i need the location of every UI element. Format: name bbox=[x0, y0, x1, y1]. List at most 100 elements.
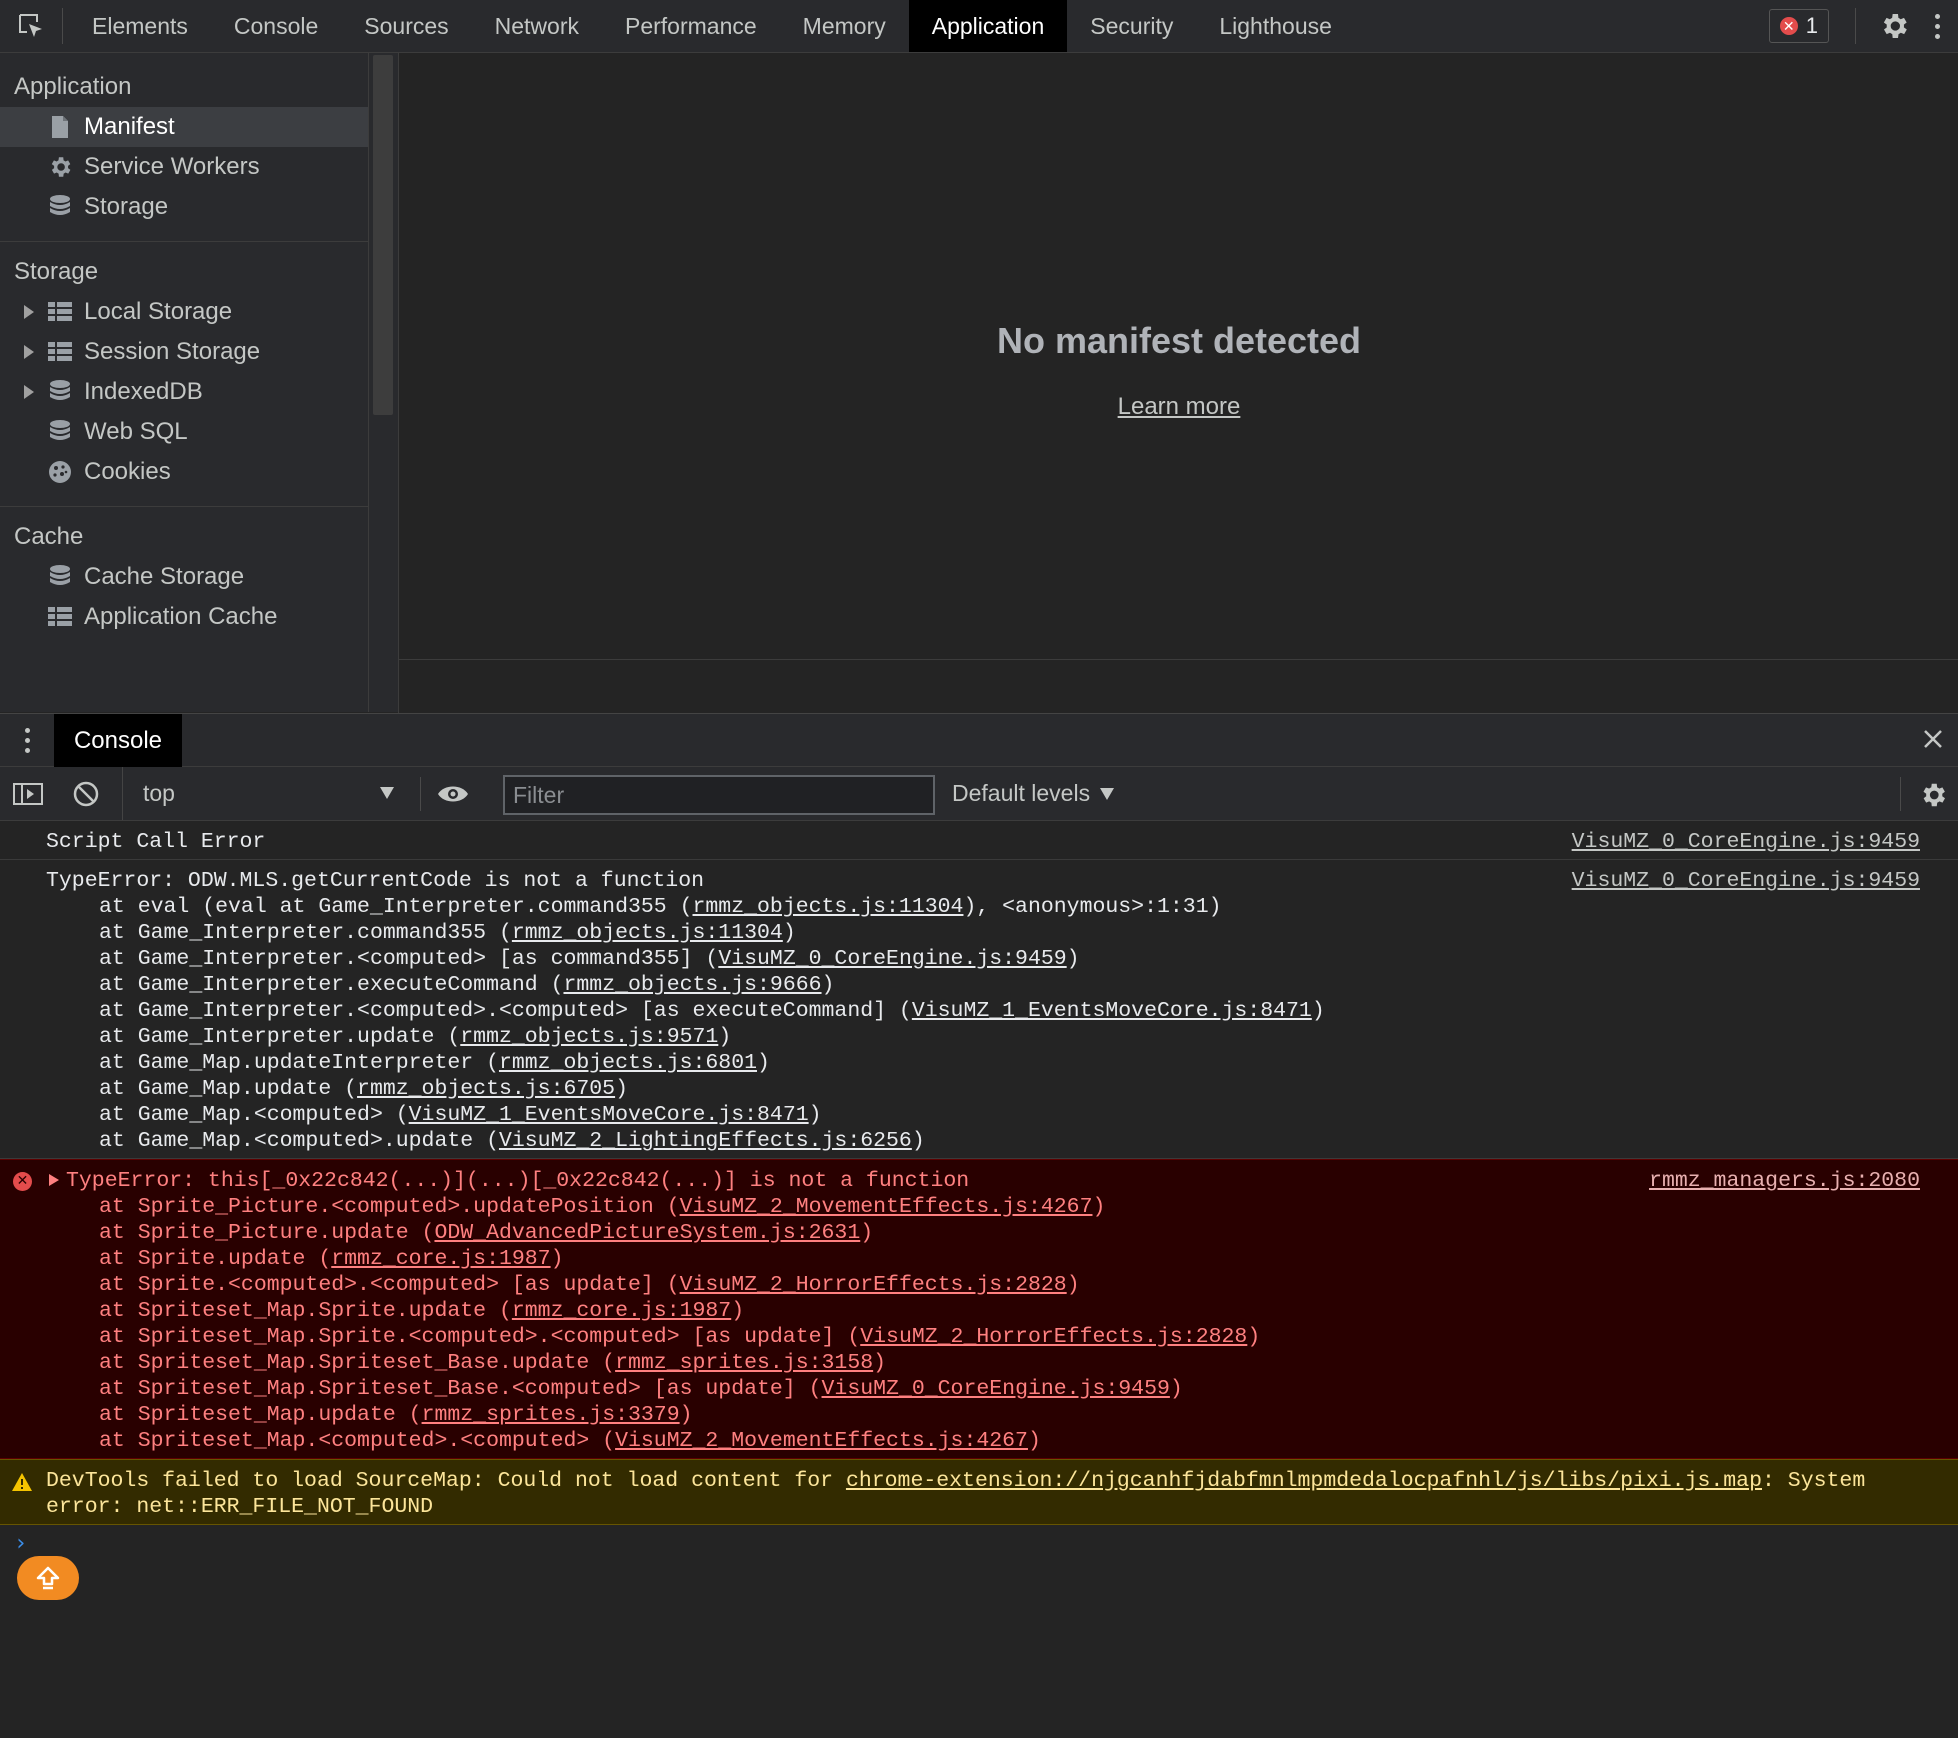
sidebar-item-local-storage[interactable]: Local Storage bbox=[0, 292, 368, 332]
source-link[interactable]: VisuMZ_2_HorrorEffects.js:2828 bbox=[860, 1325, 1247, 1349]
tab-lighthouse[interactable]: Lighthouse bbox=[1196, 0, 1355, 52]
expand-arrow-icon[interactable] bbox=[24, 345, 34, 359]
clear-console-icon[interactable] bbox=[72, 780, 100, 808]
source-link[interactable]: rmmz_objects.js:11304 bbox=[512, 921, 783, 945]
expand-arrow-icon[interactable] bbox=[24, 305, 34, 319]
source-link[interactable]: rmmz_core.js:1987 bbox=[512, 1299, 731, 1323]
grid-icon bbox=[47, 604, 73, 630]
sidebar-item-manifest[interactable]: Manifest bbox=[0, 107, 368, 147]
console-settings-gear-icon[interactable] bbox=[1918, 780, 1948, 810]
source-link[interactable]: ODW_AdvancedPictureSystem.js:2631 bbox=[434, 1221, 860, 1245]
source-link[interactable]: VisuMZ_0_CoreEngine.js:9459 bbox=[822, 1377, 1170, 1401]
source-link[interactable]: rmmz_objects.js:6801 bbox=[499, 1051, 757, 1075]
tab-elements[interactable]: Elements bbox=[69, 0, 211, 52]
source-link[interactable]: VisuMZ_2_MovementEffects.js:4267 bbox=[680, 1195, 1093, 1219]
source-link[interactable]: VisuMZ_0_CoreEngine.js:9459 bbox=[718, 947, 1066, 971]
source-link[interactable]: rmmz_sprites.js:3158 bbox=[615, 1351, 873, 1375]
text-segment: at Game_Interpreter.<computed> [as comma… bbox=[99, 947, 719, 971]
context-value: top bbox=[143, 780, 175, 806]
sidebar-item-application-cache[interactable]: Application Cache bbox=[0, 597, 368, 637]
text-segment: at Spriteset_Map.<computed>.<computed> ( bbox=[99, 1429, 616, 1453]
sidebar-item-cookies[interactable]: Cookies bbox=[0, 452, 368, 492]
source-link[interactable]: VisuMZ_2_LightingEffects.js:6256 bbox=[499, 1129, 912, 1153]
text-segment: at Game_Map.<computed> ( bbox=[99, 1103, 409, 1127]
sidebar-item-service-workers[interactable]: Service Workers bbox=[0, 147, 368, 187]
stack-frame: at Spriteset_Map.Spriteset_Base.update (… bbox=[0, 1350, 1958, 1376]
sidebar-scrollbar[interactable] bbox=[368, 53, 398, 712]
chevron-down-icon bbox=[1100, 787, 1115, 800]
source-link[interactable]: rmmz_objects.js:9666 bbox=[563, 973, 821, 997]
tab-application[interactable]: Application bbox=[908, 0, 1068, 52]
source-link[interactable]: VisuMZ_2_MovementEffects.js:4267 bbox=[615, 1429, 1028, 1453]
message-source-link[interactable]: VisuMZ_0_CoreEngine.js:9459 bbox=[1572, 868, 1920, 894]
console-toolbar: top Default levels bbox=[0, 767, 1958, 821]
select-element-icon bbox=[19, 14, 42, 37]
text-segment: ) bbox=[679, 1403, 693, 1427]
error-count-badge[interactable]: ✕ 1 bbox=[1768, 9, 1829, 43]
context-selector[interactable]: top bbox=[122, 767, 402, 820]
tab-performance[interactable]: Performance bbox=[602, 0, 780, 52]
stack-frame: at Game_Interpreter.<computed>.<computed… bbox=[0, 998, 1958, 1024]
scrollbar-thumb[interactable] bbox=[373, 55, 393, 415]
tab-console[interactable]: Console bbox=[211, 0, 341, 52]
source-link[interactable]: VisuMZ_1_EventsMoveCore.js:8471 bbox=[912, 999, 1312, 1023]
source-link[interactable]: VisuMZ_2_HorrorEffects.js:2828 bbox=[680, 1273, 1067, 1297]
filter-input[interactable] bbox=[503, 775, 935, 815]
tab-sources[interactable]: Sources bbox=[341, 0, 471, 52]
sidebar-toggle-icon[interactable] bbox=[12, 780, 44, 808]
text-segment: at Game_Map.<computed>.update ( bbox=[99, 1129, 499, 1153]
expand-arrow-icon[interactable] bbox=[49, 1174, 59, 1186]
live-expression-eye-icon[interactable] bbox=[436, 782, 470, 806]
inspect-element-button[interactable] bbox=[0, 8, 63, 44]
stack-frame: at eval (eval at Game_Interpreter.comman… bbox=[0, 894, 1958, 920]
sidebar-item-cache-storage[interactable]: Cache Storage bbox=[0, 557, 368, 597]
stack-frame: at Spriteset_Map.Sprite.update (rmmz_cor… bbox=[0, 1298, 1958, 1324]
source-link[interactable]: rmmz_objects.js:11304 bbox=[693, 895, 964, 919]
text-segment: ) bbox=[1247, 1325, 1261, 1349]
text-segment: TypeError: ODW.MLS.getCurrentCode is not… bbox=[46, 869, 705, 893]
message-source-link[interactable]: VisuMZ_0_CoreEngine.js:9459 bbox=[1572, 829, 1920, 855]
text-segment: error: net::ERR_FILE_NOT_FOUND bbox=[46, 1495, 434, 1519]
console-prompt[interactable]: › bbox=[14, 1531, 27, 1556]
sidebar-item-label: Application Cache bbox=[84, 603, 278, 630]
source-link[interactable]: rmmz_sprites.js:3379 bbox=[422, 1403, 680, 1427]
text-segment: at Spriteset_Map.Sprite.update ( bbox=[99, 1299, 512, 1323]
sidebar-item-storage[interactable]: Storage bbox=[0, 187, 368, 227]
sidebar-item-label: Cookies bbox=[84, 458, 171, 485]
sidebar-item-indexeddb[interactable]: IndexedDB bbox=[0, 372, 368, 412]
drawer-tab-console[interactable]: Console bbox=[54, 714, 182, 767]
warning-icon bbox=[12, 1473, 32, 1491]
text-segment: ) bbox=[873, 1351, 887, 1375]
more-options-icon[interactable] bbox=[1932, 13, 1942, 39]
database-icon bbox=[47, 194, 73, 220]
stack-frame: at Spriteset_Map.Sprite.<computed>.<comp… bbox=[0, 1324, 1958, 1350]
source-link[interactable]: rmmz_objects.js:9571 bbox=[460, 1025, 718, 1049]
tab-security[interactable]: Security bbox=[1067, 0, 1196, 52]
expand-arrow-icon[interactable] bbox=[24, 385, 34, 399]
manifest-panel: No manifest detected Learn more bbox=[398, 53, 1958, 659]
stack-frame: at Sprite.update (rmmz_core.js:1987) bbox=[0, 1246, 1958, 1272]
close-icon[interactable] bbox=[1918, 724, 1948, 754]
sidebar-item-web-sql[interactable]: Web SQL bbox=[0, 412, 368, 452]
drawer-menu-icon[interactable] bbox=[25, 728, 30, 753]
error-icon: ✕ bbox=[13, 1172, 32, 1191]
settings-gear-icon[interactable] bbox=[1878, 10, 1910, 42]
tab-memory[interactable]: Memory bbox=[780, 0, 909, 52]
text-segment: at eval (eval at Game_Interpreter.comman… bbox=[99, 895, 693, 919]
chevron-down-icon bbox=[380, 787, 394, 799]
text-segment: at Sprite_Picture.<computed>.updatePosit… bbox=[99, 1195, 680, 1219]
source-link[interactable]: rmmz_core.js:1987 bbox=[331, 1247, 550, 1271]
stack-frame: at Spriteset_Map.update (rmmz_sprites.js… bbox=[0, 1402, 1958, 1428]
error-count: 1 bbox=[1805, 13, 1818, 38]
extension-floating-button[interactable] bbox=[17, 1556, 79, 1600]
sidebar-item-session-storage[interactable]: Session Storage bbox=[0, 332, 368, 372]
learn-more-link[interactable]: Learn more bbox=[1118, 393, 1241, 420]
source-link[interactable]: rmmz_objects.js:6705 bbox=[357, 1077, 615, 1101]
log-levels-dropdown[interactable]: Default levels bbox=[952, 767, 1115, 820]
message-source-link[interactable]: rmmz_managers.js:2080 bbox=[1649, 1168, 1920, 1194]
source-link[interactable]: chrome-extension://njgcanhfjdabfmnlmpmde… bbox=[846, 1469, 1762, 1493]
text-segment: at Sprite_Picture.update ( bbox=[99, 1221, 435, 1245]
topbar-right: ✕ 1 bbox=[1768, 0, 1958, 52]
tab-network[interactable]: Network bbox=[472, 0, 602, 52]
source-link[interactable]: VisuMZ_1_EventsMoveCore.js:8471 bbox=[409, 1103, 809, 1127]
